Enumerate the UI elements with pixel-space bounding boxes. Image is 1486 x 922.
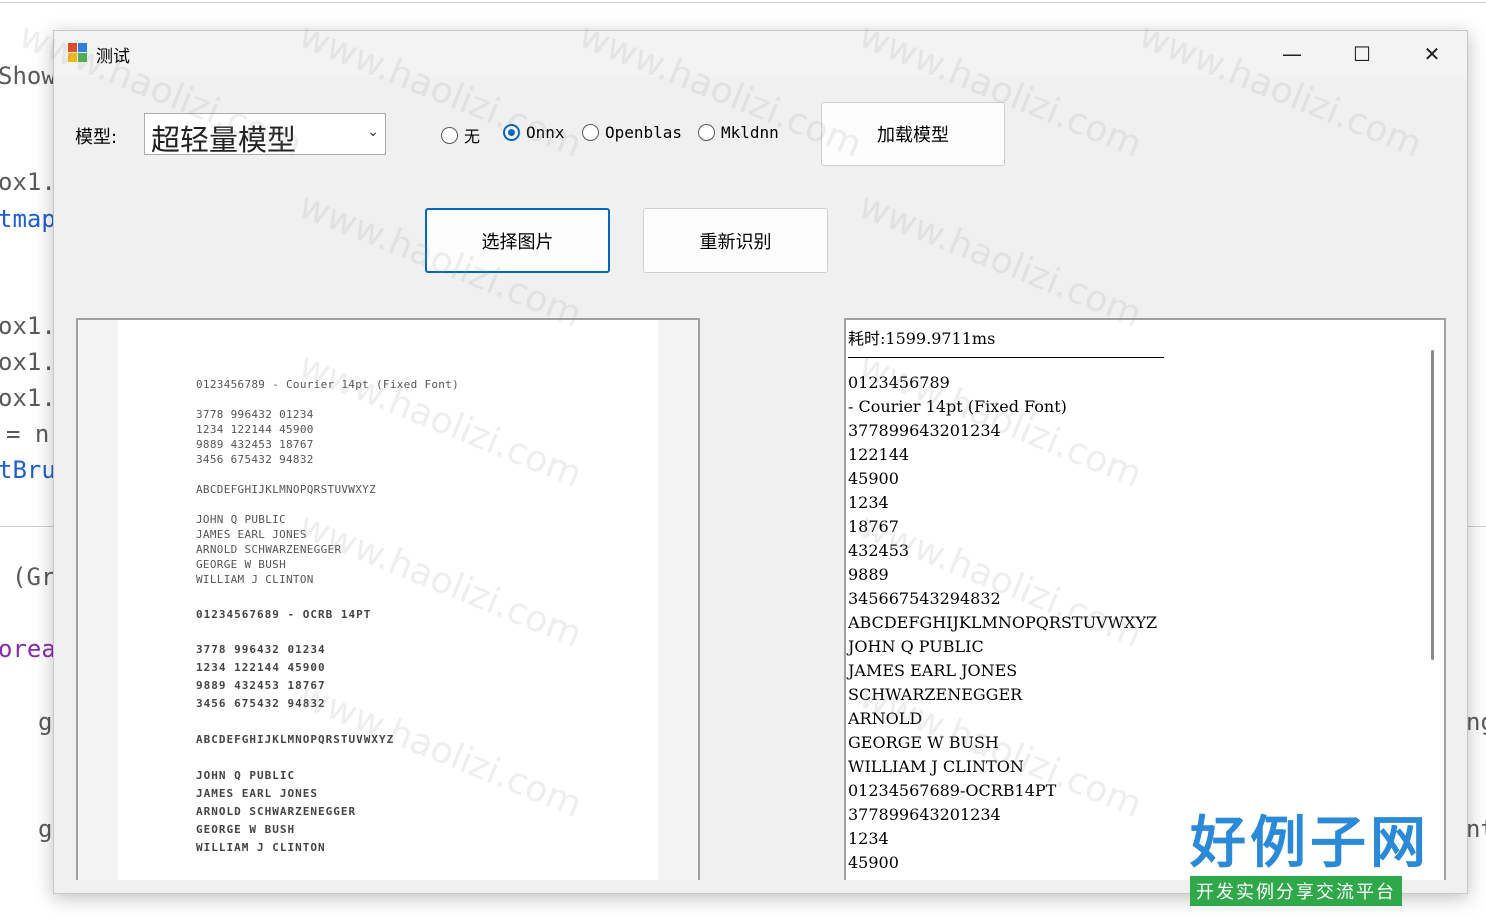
result-textbox[interactable]: 耗时:1599.9711ms 0123456789 - Courier 14pt… xyxy=(844,318,1446,880)
doc-line: GEORGE W BUSH xyxy=(196,558,286,571)
radio-circle-icon xyxy=(441,126,458,144)
brand-slogan: 开发实例分享交流平台 xyxy=(1190,876,1402,906)
result-line: ABCDEFGHIJKLMNOPQRSTUVWXYZ xyxy=(848,613,1158,632)
title-bar[interactable]: 测试 — ☐ ✕ xyxy=(54,31,1467,77)
brand-logo-text: 好例子网 xyxy=(1190,811,1430,876)
result-line: 0123456789 xyxy=(848,373,950,392)
radio-none[interactable]: 无 xyxy=(441,123,480,147)
doc-line: WILLIAM J CLINTON xyxy=(196,841,326,854)
re-recognize-button[interactable]: 重新识别 xyxy=(643,208,828,273)
divider xyxy=(848,357,1164,358)
doc-line: ARNOLD SCHWARZENEGGER xyxy=(196,543,342,556)
image-preview: 0123456789 - Courier 14pt (Fixed Font) 3… xyxy=(76,318,700,880)
radio-label: Openblas xyxy=(605,123,683,142)
code-line: g xyxy=(38,708,53,736)
doc-line: ABCDEFGHIJKLMNOPQRSTUVWXYZ xyxy=(196,483,376,496)
code-line: Show xyxy=(0,62,56,90)
result-line: SCHWARZENEGGER xyxy=(848,685,1023,704)
code-line: ox1. xyxy=(0,168,56,196)
doc-line: 3456 675432 94832 xyxy=(196,453,314,466)
result-line: 1234 xyxy=(848,829,889,848)
code-line: tBru xyxy=(0,456,56,484)
model-select-value: 超轻量模型 xyxy=(151,123,297,157)
result-line: 1234 xyxy=(848,493,889,512)
doc-line: JAMES EARL JONES xyxy=(196,787,318,800)
doc-line: JOHN Q PUBLIC xyxy=(196,513,286,526)
radio-openblas[interactable]: Openblas xyxy=(582,123,682,142)
vertical-scrollbar[interactable] xyxy=(1431,350,1434,660)
doc-line: JAMES EARL JONES xyxy=(196,528,307,541)
result-line: 432453 xyxy=(848,541,910,560)
minimize-button[interactable]: — xyxy=(1257,31,1327,77)
result-line: ARNOLD xyxy=(848,709,923,728)
elapsed-time: 耗时:1599.9711ms xyxy=(848,329,996,348)
radio-mkldnn[interactable]: Mkldnn xyxy=(698,123,779,142)
result-line: 01234567689-OCRB14PT xyxy=(848,781,1057,800)
scanned-document: 0123456789 - Courier 14pt (Fixed Font) 3… xyxy=(118,320,658,880)
doc-line: 3778 996432 01234 xyxy=(196,643,326,656)
code-line: (Gr xyxy=(12,563,56,591)
result-line: 345667543294832 xyxy=(848,589,1001,608)
code-line: ox1. xyxy=(0,348,56,376)
code-line: tmap xyxy=(0,205,56,233)
result-line: - Courier 14pt (Fixed Font) xyxy=(848,397,1067,416)
result-line: GEORGE W BUSH xyxy=(848,733,999,752)
code-line: = n xyxy=(6,420,50,448)
radio-selected-icon xyxy=(503,124,520,141)
load-model-button[interactable]: 加载模型 xyxy=(821,102,1005,166)
radio-label: 无 xyxy=(464,127,481,146)
doc-line: 1234 122144 45900 xyxy=(196,661,326,674)
radio-circle-icon xyxy=(698,124,715,141)
result-line: 9889 xyxy=(848,565,889,584)
model-select[interactable]: 超轻量模型 ⌄ xyxy=(144,113,386,157)
code-line: ox1. xyxy=(0,312,56,340)
radio-circle-icon xyxy=(582,124,599,141)
doc-line: JOHN Q PUBLIC xyxy=(196,769,296,782)
code-line: ng xyxy=(1466,708,1486,736)
radio-label: Mkldnn xyxy=(721,123,779,142)
editor-divider xyxy=(0,2,1486,3)
doc-line: ARNOLD SCHWARZENEGGER xyxy=(196,805,357,818)
test-dialog-window: 测试 — ☐ ✕ 模型: 超轻量模型 ⌄ 无 Onnx Openblas Mkl… xyxy=(53,30,1468,894)
result-line: JOHN Q PUBLIC xyxy=(848,637,984,656)
close-button[interactable]: ✕ xyxy=(1397,31,1467,77)
code-line: orea xyxy=(0,635,56,663)
result-line: 45900 xyxy=(848,853,899,872)
doc-line: 0123456789 - Courier 14pt (Fixed Font) xyxy=(196,378,460,391)
chevron-down-icon: ⌄ xyxy=(367,124,379,140)
doc-line: 9889 432453 18767 xyxy=(196,438,314,451)
result-line: 377899643201234 xyxy=(848,805,1001,824)
doc-line: 3778 996432 01234 xyxy=(196,408,314,421)
result-line: 377899643201234 xyxy=(848,421,1001,440)
doc-line: GEORGE W BUSH xyxy=(196,823,296,836)
doc-line: 01234567689 - OCRB 14PT xyxy=(196,608,372,621)
result-line: JAMES EARL JONES xyxy=(848,661,1018,680)
maximize-button[interactable]: ☐ xyxy=(1327,31,1397,77)
select-image-button[interactable]: 选择图片 xyxy=(425,208,610,273)
doc-line: 9889 432453 18767 xyxy=(196,679,326,692)
doc-line: WILLIAM J CLINTON xyxy=(196,573,314,586)
app-icon xyxy=(68,43,88,63)
radio-onnx[interactable]: Onnx xyxy=(503,123,565,142)
result-line: 122144 xyxy=(848,445,910,464)
doc-line: ABCDEFGHIJKLMNOPQRSTUVWXYZ xyxy=(196,733,395,746)
doc-line: 3456 675432 94832 xyxy=(196,697,326,710)
brand-watermark: 好例子网 开发实例分享交流平台 xyxy=(1190,812,1436,906)
result-line: WILLIAM J CLINTON xyxy=(848,757,1024,776)
doc-line: 1234 122144 45900 xyxy=(196,423,314,436)
code-line: nt xyxy=(1466,815,1486,843)
code-line: g xyxy=(38,815,53,843)
model-label: 模型: xyxy=(75,127,118,148)
window-title: 测试 xyxy=(96,47,130,67)
code-line: ox1. xyxy=(0,384,56,412)
radio-label: Onnx xyxy=(526,123,565,142)
result-line: 45900 xyxy=(848,469,899,488)
result-line: 18767 xyxy=(848,517,899,536)
